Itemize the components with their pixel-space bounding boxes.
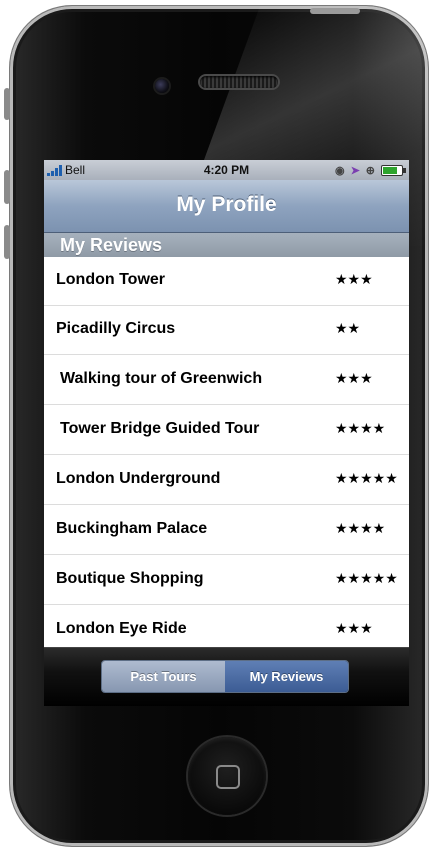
- volume-down-button: [4, 225, 10, 259]
- status-icons: ◉ ➤ ⊕: [334, 163, 406, 177]
- battery-icon: [381, 164, 406, 176]
- segmented-control: Past Tours My Reviews: [101, 660, 349, 693]
- list-item[interactable]: London Eye Ride ★★★: [44, 606, 409, 647]
- star-rating: ★★: [335, 321, 361, 337]
- rotation-lock-icon: ⊕: [365, 164, 375, 177]
- review-title: London Underground: [56, 470, 221, 487]
- phone-screen: Bell 4:20 PM ◉ ➤ ⊕ My Profile My Reviews…: [44, 160, 409, 706]
- star-rating: ★★★★: [335, 421, 386, 437]
- location-arrow-icon: ➤: [350, 164, 360, 177]
- review-title: Boutique Shopping: [56, 570, 204, 587]
- star-rating: ★★★: [335, 371, 373, 387]
- tab-past-tours[interactable]: Past Tours: [102, 661, 225, 692]
- star-rating: ★★★: [335, 621, 373, 637]
- review-title: Walking tour of Greenwich: [60, 370, 263, 387]
- bottom-toolbar: Past Tours My Reviews: [44, 647, 409, 706]
- home-square-icon: [216, 765, 240, 789]
- list-item[interactable]: Buckingham Palace ★★★★: [44, 506, 409, 555]
- front-camera-icon: [155, 79, 169, 93]
- star-rating: ★★★★★: [335, 571, 398, 587]
- review-title: Tower Bridge Guided Tour: [60, 420, 260, 437]
- list-item[interactable]: Boutique Shopping ★★★★★: [44, 556, 409, 605]
- tab-my-reviews[interactable]: My Reviews: [225, 661, 348, 692]
- star-rating: ★★★: [335, 272, 373, 288]
- reviews-list[interactable]: London Tower ★★★ Picadilly Circus ★★ Wal…: [44, 257, 409, 647]
- list-item[interactable]: London Tower ★★★: [44, 257, 409, 306]
- section-header: My Reviews: [44, 233, 409, 257]
- review-title: Buckingham Palace: [56, 520, 208, 537]
- review-title: Picadilly Circus: [56, 320, 176, 337]
- volume-up-button: [4, 170, 10, 204]
- list-item[interactable]: London Underground ★★★★★: [44, 456, 409, 505]
- review-title: London Tower: [56, 271, 166, 288]
- earpiece-speaker: [200, 76, 278, 88]
- list-item[interactable]: Tower Bridge Guided Tour ★★★★: [44, 406, 409, 455]
- status-bar: Bell 4:20 PM ◉ ➤ ⊕: [44, 160, 409, 180]
- home-button[interactable]: [188, 737, 266, 815]
- list-item[interactable]: Walking tour of Greenwich ★★★: [44, 356, 409, 405]
- list-item[interactable]: Picadilly Circus ★★: [44, 306, 409, 355]
- sleep-button: [310, 8, 360, 14]
- star-rating: ★★★★★: [335, 471, 398, 487]
- star-rating: ★★★★: [335, 521, 386, 537]
- navigation-bar: My Profile: [44, 180, 409, 233]
- page-title: My Profile: [176, 193, 277, 216]
- review-title: London Eye Ride: [56, 620, 187, 637]
- alarm-icon: ◉: [334, 164, 345, 177]
- mute-switch: [4, 88, 10, 120]
